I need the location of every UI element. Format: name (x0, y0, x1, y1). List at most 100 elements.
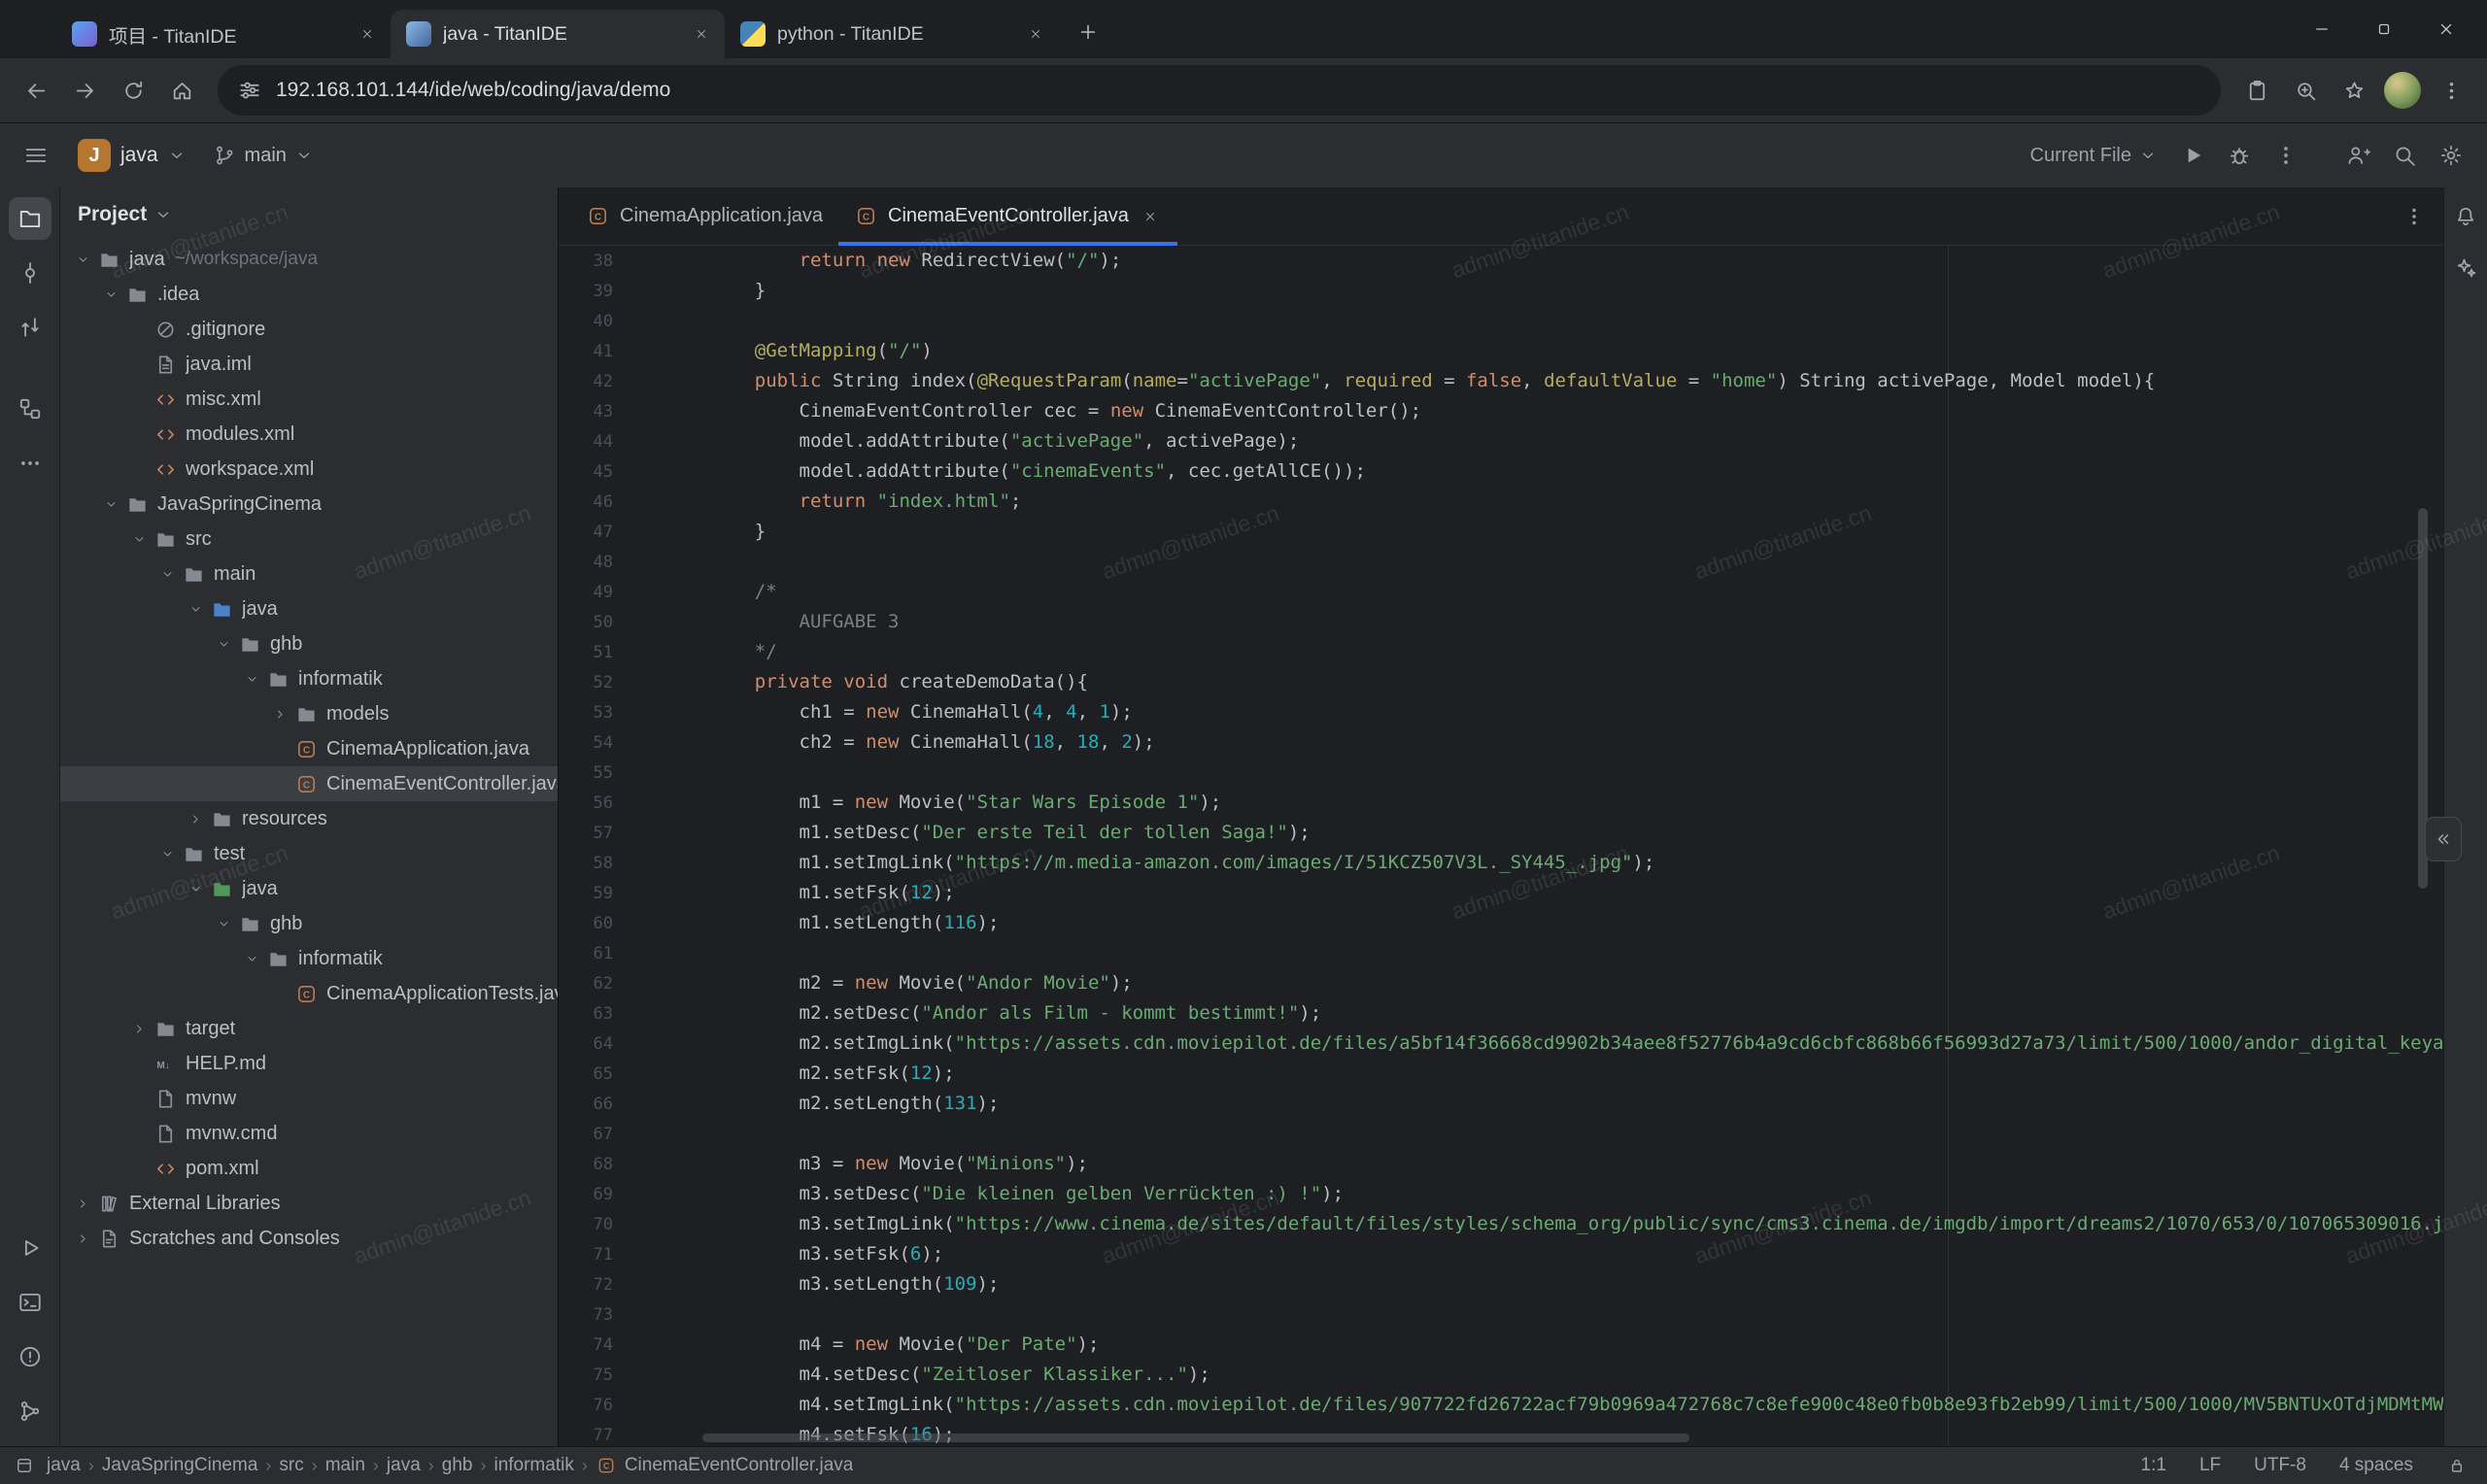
site-settings-icon[interactable] (237, 78, 262, 103)
tree-item[interactable]: mvnw.cmd (60, 1116, 558, 1151)
tree-item[interactable]: informatik (60, 941, 558, 976)
tree-item[interactable]: informatik (60, 661, 558, 696)
tree-chevron-icon[interactable] (183, 879, 208, 898)
lock-icon[interactable] (2446, 1455, 2468, 1476)
tree-chevron-icon[interactable] (154, 844, 180, 863)
version-control-icon[interactable] (9, 1390, 51, 1433)
breadcrumb-item[interactable]: ghb (438, 1455, 477, 1476)
tree-chevron-icon[interactable] (239, 669, 264, 689)
close-window-icon[interactable] (2415, 0, 2477, 58)
tree-chevron-icon[interactable] (98, 285, 123, 304)
run-icon[interactable] (2172, 135, 2213, 176)
tree-item[interactable]: JavaSpringCinema (60, 487, 558, 522)
tree-chevron-icon[interactable] (211, 634, 236, 654)
tree-item[interactable]: .gitignore (60, 312, 558, 347)
indent-style[interactable]: 4 spaces (2339, 1455, 2413, 1476)
tree-item[interactable]: modules.xml (60, 417, 558, 452)
pull-requests-icon[interactable] (9, 306, 51, 349)
tree-item[interactable]: Scratches and Consoles (60, 1221, 558, 1256)
tree-item[interactable]: src (60, 522, 558, 556)
tree-item[interactable]: target (60, 1011, 558, 1046)
tree-chevron-icon[interactable] (98, 494, 123, 514)
editor-tab[interactable]: CCinemaApplication.java (570, 187, 838, 245)
breadcrumb-item[interactable]: src (275, 1455, 307, 1476)
maximize-icon[interactable] (2353, 0, 2415, 58)
project-icon[interactable] (9, 197, 51, 240)
editor-tabs-menu-icon[interactable] (2395, 197, 2434, 236)
breadcrumb-item[interactable]: informatik (490, 1455, 577, 1476)
tree-item[interactable]: java (60, 871, 558, 906)
code-with-me-icon[interactable] (2337, 135, 2378, 176)
tab-close-icon[interactable] (1139, 205, 1162, 228)
tree-item[interactable]: CCinemaApplicationTests.java (60, 976, 558, 1011)
terminal-icon[interactable] (9, 1281, 51, 1324)
debug-icon[interactable] (2219, 135, 2260, 176)
tree-item[interactable]: main (60, 556, 558, 591)
new-tab-button[interactable] (1067, 11, 1109, 53)
line-separator[interactable]: LF (2199, 1455, 2221, 1476)
ai-assistant-icon[interactable] (2448, 250, 2483, 285)
tree-chevron-icon[interactable] (183, 809, 208, 828)
more-actions-icon[interactable] (2266, 135, 2306, 176)
tree-chevron-icon[interactable] (211, 914, 236, 933)
tree-chevron-icon[interactable] (183, 599, 208, 619)
tree-item[interactable]: External Libraries (60, 1186, 558, 1221)
tree-chevron-icon[interactable] (154, 564, 180, 584)
reload-icon[interactable] (111, 68, 155, 113)
structure-icon[interactable] (9, 388, 51, 430)
tree-chevron-icon[interactable] (70, 250, 95, 269)
horizontal-scrollbar[interactable] (702, 1433, 1689, 1442)
browser-tab[interactable]: 项目 - TitanIDE (56, 10, 391, 58)
tree-chevron-icon[interactable] (239, 949, 264, 968)
minimize-icon[interactable] (2291, 0, 2353, 58)
profile-avatar[interactable] (2384, 72, 2421, 109)
commit-icon[interactable] (9, 252, 51, 294)
breadcrumb-file[interactable]: CCinemaEventController.java (592, 1455, 854, 1476)
bookmark-star-icon[interactable] (2332, 68, 2376, 113)
tree-chevron-icon[interactable] (126, 529, 152, 549)
zoom-icon[interactable] (2283, 68, 2328, 113)
caret-position[interactable]: 1:1 (2141, 1455, 2166, 1476)
tree-item[interactable]: CCinemaEventController.java (60, 766, 558, 801)
clipboard-icon[interactable] (2234, 68, 2279, 113)
code-editor[interactable]: 38 return new RedirectView("/");39 }4041… (559, 246, 2443, 1446)
search-everywhere-icon[interactable] (2384, 135, 2425, 176)
notifications-icon[interactable] (2448, 199, 2483, 234)
tree-item[interactable]: pom.xml (60, 1151, 558, 1186)
browser-menu-icon[interactable] (2429, 68, 2473, 113)
breadcrumb-item[interactable]: main (322, 1455, 369, 1476)
run-configuration-selector[interactable]: Current File (2030, 145, 2157, 167)
browser-tab[interactable]: python - TitanIDE (725, 10, 1059, 58)
forward-icon[interactable] (62, 68, 107, 113)
run-icon[interactable] (9, 1227, 51, 1269)
tree-item[interactable]: CCinemaApplication.java (60, 731, 558, 766)
tree-item[interactable]: ghb (60, 906, 558, 941)
file-encoding[interactable]: UTF-8 (2254, 1455, 2306, 1476)
problems-icon[interactable] (9, 1335, 51, 1378)
breadcrumb-item[interactable]: java (383, 1455, 425, 1476)
tab-close-icon[interactable] (690, 22, 713, 46)
tree-chevron-icon[interactable] (70, 1194, 95, 1213)
editor-tab[interactable]: CCinemaEventController.java (838, 187, 1177, 245)
main-menu-icon[interactable] (16, 135, 56, 176)
browser-tab[interactable]: java - TitanIDE (391, 10, 725, 58)
tree-chevron-icon[interactable] (70, 1229, 95, 1248)
more-icon[interactable] (9, 442, 51, 485)
back-icon[interactable] (14, 68, 58, 113)
tree-item[interactable]: models (60, 696, 558, 731)
tree-item[interactable]: ghb (60, 626, 558, 661)
url-bar[interactable]: 192.168.101.144/ide/web/coding/java/demo (218, 65, 2221, 116)
tree-item[interactable]: workspace.xml (60, 452, 558, 487)
tab-close-icon[interactable] (1024, 22, 1047, 46)
breadcrumb-item[interactable]: java (43, 1455, 85, 1476)
tree-item[interactable]: java.iml (60, 347, 558, 382)
hide-panel-icon[interactable] (2425, 817, 2462, 861)
project-panel-header[interactable]: Project (60, 187, 558, 242)
tree-item[interactable]: .idea (60, 277, 558, 312)
tree-item[interactable]: java~/workspace/java (60, 242, 558, 277)
tree-item[interactable]: misc.xml (60, 382, 558, 417)
tree-item[interactable]: mvnw (60, 1081, 558, 1116)
tree-chevron-icon[interactable] (126, 1019, 152, 1038)
settings-gear-icon[interactable] (2431, 135, 2471, 176)
project-selector[interactable]: J java (68, 134, 195, 177)
